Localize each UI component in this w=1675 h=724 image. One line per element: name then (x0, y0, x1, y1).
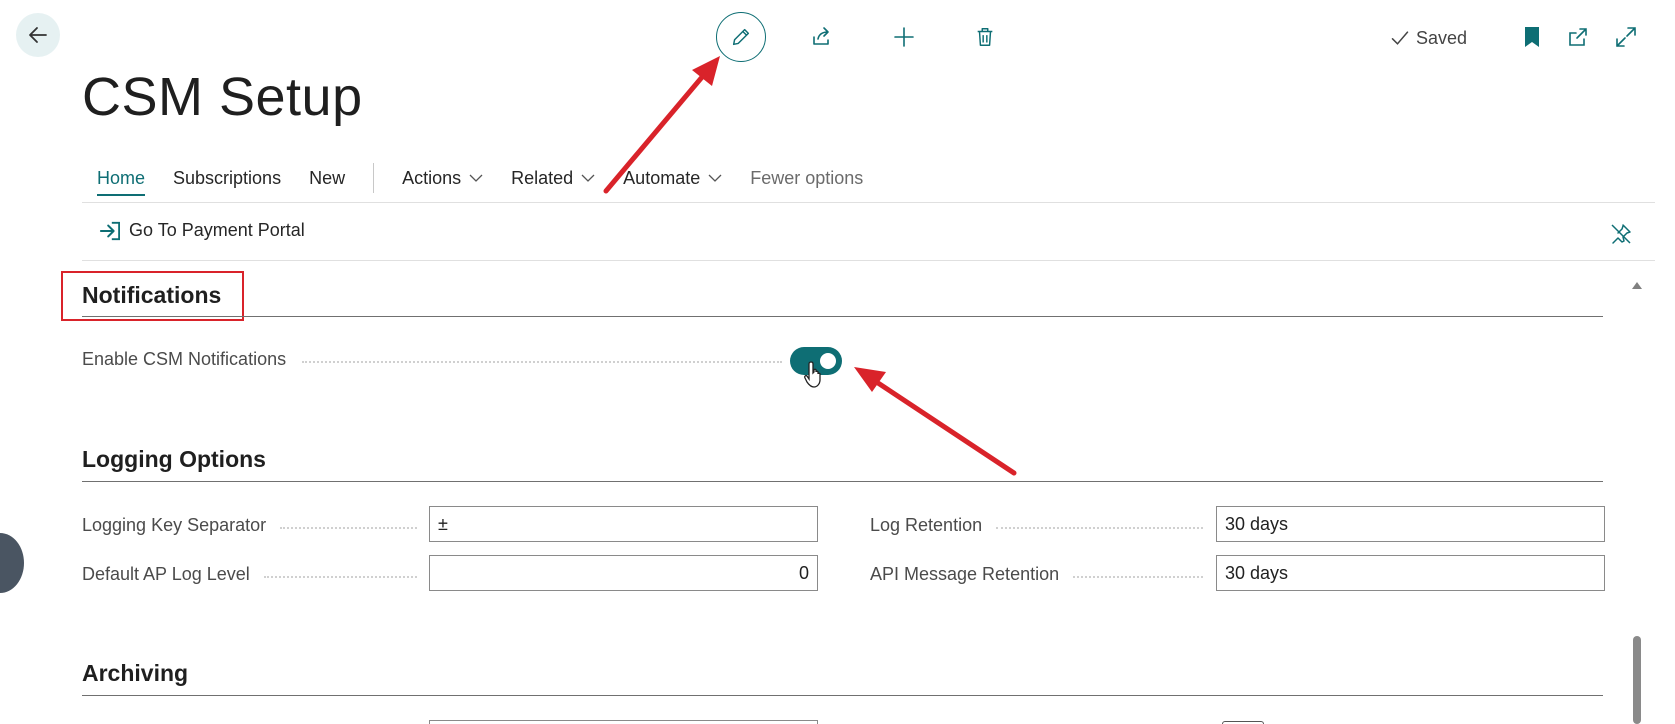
menu-actions[interactable]: Actions (402, 168, 483, 189)
tab-home[interactable]: Home (97, 168, 146, 196)
scrollbar-thumb[interactable] (1633, 636, 1641, 724)
bookmark-icon (1525, 27, 1539, 47)
bookmark-button[interactable] (1517, 22, 1547, 52)
open-in-new-window-icon (1569, 28, 1587, 46)
unpin-icon (1611, 224, 1631, 244)
delete-button[interactable] (960, 12, 1010, 62)
section-divider-logging (82, 481, 1603, 482)
default-ap-log-level-label: Default AP Log Level (82, 564, 250, 584)
saved-status: Saved (1390, 26, 1467, 50)
field-default-ap-log-level-label-row: Default AP Log Level (82, 564, 417, 585)
hand-cursor-icon (804, 361, 821, 388)
leader-dots (263, 575, 417, 578)
annotation-arrow-to-toggle (854, 367, 1017, 476)
fewer-options-link[interactable]: Fewer options (750, 168, 863, 189)
edit-button[interactable] (716, 12, 766, 62)
chevron-down-icon (581, 174, 595, 182)
page-title: CSM Setup (82, 67, 363, 127)
saved-label: Saved (1416, 27, 1468, 48)
leader-dots (302, 360, 782, 363)
pin-button[interactable] (1609, 222, 1633, 251)
field-api-message-retention-label-row: API Message Retention (870, 564, 1203, 585)
log-retention-input[interactable]: 30 days (1216, 506, 1605, 542)
menu-actions-label: Actions (402, 167, 462, 188)
logging-key-separator-input[interactable]: ± (429, 506, 818, 542)
section-divider-archiving (82, 695, 1603, 696)
tab-new[interactable]: New (309, 168, 345, 189)
new-button[interactable] (879, 12, 929, 62)
api-message-retention-input[interactable]: 30 days (1216, 555, 1605, 591)
back-button[interactable] (16, 13, 60, 57)
log-retention-label: Log Retention (870, 515, 983, 535)
leader-dots (280, 526, 417, 529)
open-new-window-button[interactable] (1563, 22, 1593, 52)
logging-key-separator-label: Logging Key Separator (82, 515, 267, 535)
annotation-highlight-box (61, 271, 244, 321)
arrow-left-icon (29, 27, 47, 43)
promoted-bar-divider (82, 260, 1655, 261)
api-message-retention-label: API Message Retention (870, 564, 1060, 584)
chevron-down-icon (469, 174, 483, 182)
expand-button[interactable] (1611, 22, 1641, 52)
field-logging-key-separator-label-row: Logging Key Separator (82, 515, 417, 536)
pencil-icon (732, 28, 750, 46)
action-bar-divider (82, 202, 1655, 203)
scroll-up-arrow-icon (1632, 282, 1642, 289)
menu-related[interactable]: Related (511, 168, 595, 189)
leader-dots (996, 526, 1203, 529)
plus-icon (894, 27, 914, 47)
menu-automate[interactable]: Automate (623, 168, 722, 189)
field-enable-csm-notifications: Enable CSM Notifications (82, 349, 782, 370)
checkmark-icon (1391, 31, 1409, 45)
archiving-field-input-partial[interactable] (429, 720, 818, 724)
share-icon (813, 27, 829, 45)
tab-subscriptions[interactable]: Subscriptions (173, 168, 281, 189)
field-log-retention-label-row: Log Retention (870, 515, 1203, 536)
menu-automate-label: Automate (623, 167, 701, 188)
side-panel-handle[interactable] (0, 533, 24, 593)
chevron-down-icon (708, 174, 722, 182)
nav-separator (373, 163, 375, 193)
default-ap-log-level-input[interactable]: 0 (429, 555, 818, 591)
edit-button-circle (716, 12, 766, 62)
menu-related-label: Related (511, 167, 574, 188)
sign-in-arrow-icon (99, 221, 120, 240)
action-bar: Home Subscriptions New Actions Related A… (82, 162, 891, 196)
trash-icon (977, 28, 993, 46)
go-to-payment-portal-label: Go To Payment Portal (129, 220, 305, 240)
leader-dots (1073, 575, 1203, 578)
section-title-archiving: Archiving (82, 660, 189, 686)
section-divider-notifications (82, 316, 1603, 317)
enable-csm-notifications-label: Enable CSM Notifications (82, 349, 287, 369)
content-scrollbar[interactable] (1631, 280, 1643, 724)
go-to-payment-portal-button[interactable]: Go To Payment Portal (99, 220, 305, 241)
share-button[interactable] (797, 12, 847, 62)
section-title-logging-options: Logging Options (82, 446, 266, 472)
expand-icon (1616, 27, 1636, 47)
